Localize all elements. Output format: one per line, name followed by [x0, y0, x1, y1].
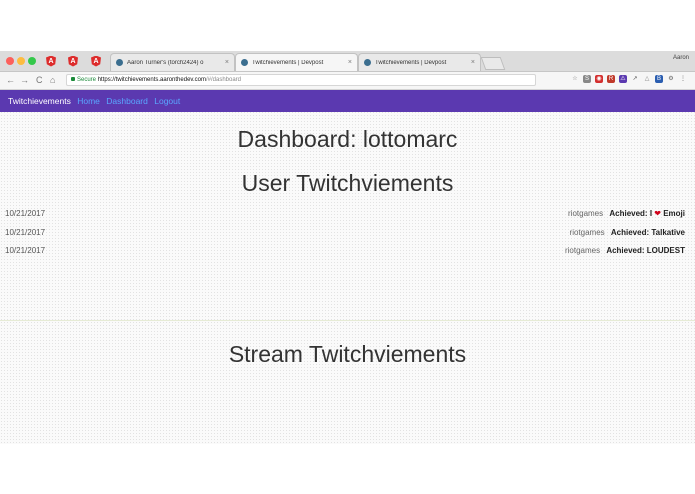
tab-strip: A A A Aaron Turner's (torch2424) o × Twi…	[0, 51, 695, 72]
section-divider	[0, 320, 695, 321]
achievement-label: Achieved: LOUDEST	[606, 246, 685, 255]
pinned-tab-3[interactable]: A	[89, 54, 103, 68]
close-window-button[interactable]	[6, 57, 14, 65]
github-icon	[116, 59, 123, 66]
close-tab-icon[interactable]: ×	[225, 59, 229, 66]
brand-link[interactable]: Twitchievements	[8, 96, 71, 106]
lock-icon	[71, 77, 75, 82]
extension-icon[interactable]: △	[643, 75, 651, 83]
extension-icon[interactable]: R	[607, 75, 615, 83]
minimize-window-button[interactable]	[17, 57, 25, 65]
tab-title: Twitchievements | Devpost	[375, 59, 447, 66]
url-host: https://twitchievements.aaronthedev.com	[97, 77, 206, 83]
browser-screen: A A A Aaron Turner's (torch2424) o × Twi…	[0, 51, 695, 444]
nav-logout-link[interactable]: Logout	[154, 96, 180, 106]
profile-name[interactable]: Aaron	[673, 55, 689, 61]
tab-title: Twitchievements | Devpost	[252, 59, 324, 66]
forward-icon[interactable]: →	[20, 74, 29, 86]
achievement-date: 10/21/2017	[5, 228, 46, 237]
devpost-icon	[241, 59, 248, 66]
angular-icon: A	[91, 55, 101, 67]
achievement-label: Achieved: I	[609, 209, 653, 218]
achievement-user: riotgames	[568, 209, 604, 218]
devpost-icon	[364, 59, 371, 66]
nav-dashboard-link[interactable]: Dashboard	[106, 96, 148, 106]
achievement-date: 10/21/2017	[5, 246, 46, 255]
achievement-row: 10/21/2017 riotgames Achieved: Talkative	[0, 228, 695, 242]
address-bar[interactable]: Secure https://twitchievements.aaronthed…	[66, 74, 536, 86]
achievement-label: Achieved: Talkative	[610, 228, 685, 237]
app-navbar: Twitchievements Home Dashboard Logout	[0, 90, 695, 112]
tab-title: Aaron Turner's (torch2424) o	[127, 59, 204, 66]
maximize-window-button[interactable]	[28, 57, 36, 65]
extension-icon[interactable]: ↗	[631, 75, 639, 83]
adblock-icon[interactable]: ◉	[595, 75, 603, 83]
achievement-user: riotgames	[564, 246, 601, 255]
extension-icon[interactable]: ⚠	[619, 75, 627, 83]
bookmark-star-icon[interactable]: ☆	[571, 75, 579, 83]
nav-home-link[interactable]: Home	[77, 96, 100, 106]
reload-icon[interactable]: C	[36, 74, 43, 86]
achievement-detail: riotgames Achieved: LOUDEST	[565, 246, 685, 255]
heart-icon: ❤	[654, 209, 661, 218]
back-icon[interactable]: ←	[6, 74, 15, 86]
angular-icon: A	[68, 55, 78, 67]
extension-icon[interactable]: S	[583, 75, 591, 83]
pinned-tab-2[interactable]: A	[66, 54, 80, 68]
achievement-suffix: Emoji	[663, 209, 685, 218]
tab-devpost-2[interactable]: Twitchievements | Devpost ×	[358, 53, 481, 71]
achievement-detail: riotgames Achieved: I ❤ Emoji	[568, 209, 685, 218]
pinned-tab-1[interactable]: A	[44, 54, 58, 68]
extension-icon[interactable]: B	[655, 75, 663, 83]
secure-label: Secure	[77, 77, 97, 83]
menu-icon[interactable]: ⋮	[679, 75, 687, 83]
home-icon[interactable]: ⌂	[50, 74, 55, 86]
stream-section-title: Stream Twitchviements	[228, 341, 467, 367]
new-tab-button[interactable]	[480, 57, 506, 70]
url-path: /#/dashboard	[205, 77, 241, 83]
tab-devpost-1[interactable]: Twitchievements | Devpost ×	[235, 53, 358, 71]
achievement-user: riotgames	[569, 228, 605, 237]
achievement-row: 10/21/2017 riotgames Achieved: LOUDEST	[0, 246, 695, 260]
close-tab-icon[interactable]: ×	[348, 59, 352, 66]
achievement-detail: riotgames Achieved: Talkative	[570, 228, 685, 237]
close-tab-icon[interactable]: ×	[471, 59, 475, 66]
settings-icon[interactable]: ⚙	[667, 75, 675, 83]
user-section-title: User Twitchviements	[241, 170, 454, 196]
angular-icon: A	[46, 55, 56, 67]
browser-toolbar: ← → C ⌂ Secure https://twitchievements.a…	[0, 72, 695, 90]
extension-bar: ☆ S ◉ R ⚠ ↗ △ B ⚙ ⋮	[571, 75, 687, 83]
achievement-row: 10/21/2017 riotgames Achieved: I ❤ Emoji	[0, 209, 695, 223]
achievement-date: 10/21/2017	[5, 209, 46, 218]
page-title: Dashboard: lottomarc	[237, 126, 458, 152]
tab-github[interactable]: Aaron Turner's (torch2424) o ×	[110, 53, 235, 71]
